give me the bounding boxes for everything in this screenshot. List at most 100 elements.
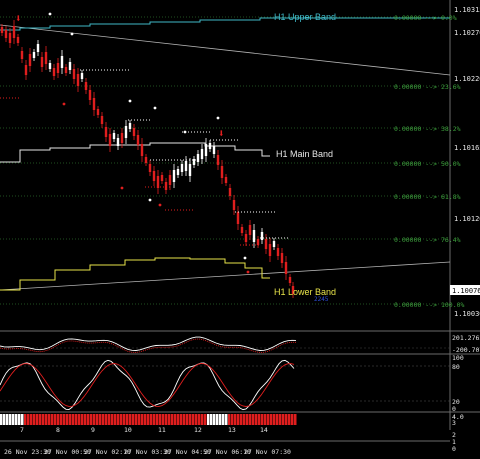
stoch-80-label: 80 — [452, 363, 460, 371]
candle-body[interactable] — [104, 127, 108, 137]
indicator-dot — [243, 256, 247, 260]
candle-body[interactable] — [116, 138, 120, 146]
fib-level-label: 0.00000 --> 100.0% — [394, 301, 465, 309]
candle-body[interactable] — [12, 26, 16, 38]
candle-body[interactable] — [132, 128, 136, 136]
histo-scale-label: 3 — [452, 419, 456, 427]
chart-canvas[interactable]: ⬇ ⬇ H1 Upper Band H1 Main Band H1 Lower … — [0, 0, 480, 459]
candle-body[interactable] — [108, 134, 112, 146]
candle-body[interactable] — [284, 262, 288, 274]
candle-body[interactable] — [124, 126, 128, 138]
candle-body[interactable] — [196, 154, 200, 162]
candle-body[interactable] — [16, 37, 20, 43]
candle-body[interactable] — [264, 239, 268, 249]
candle-body[interactable] — [168, 175, 172, 185]
candle-body[interactable] — [60, 56, 64, 68]
candle-body[interactable] — [92, 98, 96, 110]
histogram-bar — [171, 414, 174, 425]
candle-body[interactable] — [84, 82, 88, 90]
cci-pane[interactable]: 201.2762 -200.7076 — [0, 334, 480, 354]
candle-body[interactable] — [204, 144, 208, 156]
candle-body[interactable] — [208, 143, 212, 149]
candle-body[interactable] — [64, 67, 68, 73]
candle-body[interactable] — [244, 234, 248, 242]
candle-body[interactable] — [184, 161, 188, 171]
candle-body[interactable] — [152, 171, 156, 181]
histogram-bar — [33, 414, 36, 425]
candle-body[interactable] — [112, 133, 116, 139]
candle-body[interactable] — [164, 182, 168, 190]
candle-body[interactable] — [28, 54, 32, 66]
candle-body[interactable] — [220, 166, 224, 178]
histogram-bar — [126, 414, 129, 425]
candle-body[interactable] — [96, 109, 100, 115]
signal-histogram[interactable] — [0, 414, 297, 425]
candle-body[interactable] — [224, 177, 228, 183]
candle-body[interactable] — [128, 123, 132, 129]
candle-body[interactable] — [0, 27, 4, 33]
histogram-bar — [48, 414, 51, 425]
candle-body[interactable] — [172, 170, 176, 182]
histogram-bar — [204, 414, 207, 425]
candle-body[interactable] — [52, 68, 56, 76]
candle-body[interactable] — [120, 133, 124, 143]
candle-body[interactable] — [44, 52, 48, 64]
histogram-bar — [276, 414, 279, 425]
candle-body[interactable] — [276, 248, 280, 256]
candle-body[interactable] — [188, 164, 192, 176]
candle-body[interactable] — [192, 159, 196, 165]
candle-body[interactable] — [24, 65, 28, 75]
main-chart-area[interactable] — [0, 0, 450, 330]
candle-body[interactable] — [288, 277, 292, 283]
candle-body[interactable] — [232, 200, 236, 210]
histogram-bar — [66, 414, 69, 425]
histogram-bar — [195, 414, 198, 425]
candle-body[interactable] — [56, 63, 60, 73]
histogram-bar — [36, 414, 39, 425]
histogram-bar — [168, 414, 171, 425]
candle-body[interactable] — [100, 116, 104, 124]
candle-body[interactable] — [280, 253, 284, 263]
candle-body[interactable] — [228, 188, 232, 196]
candle-body[interactable] — [252, 230, 256, 242]
histogram-bar — [165, 414, 168, 425]
candle-body[interactable] — [156, 176, 160, 188]
candle-body[interactable] — [140, 144, 144, 156]
candle-body[interactable] — [272, 241, 276, 247]
candle-body[interactable] — [8, 33, 12, 43]
candle-body[interactable] — [68, 62, 72, 70]
candle-body[interactable] — [88, 90, 92, 100]
candle-body[interactable] — [256, 239, 260, 245]
histogram-bar — [129, 414, 132, 425]
candle-body[interactable] — [148, 164, 152, 172]
candle-body[interactable] — [76, 74, 80, 86]
candle-body[interactable] — [260, 232, 264, 240]
candle-body[interactable] — [36, 44, 40, 52]
stochastic-pane[interactable]: 100 80 20 0 — [0, 354, 464, 413]
candle-body[interactable] — [160, 175, 164, 181]
candle-body[interactable] — [176, 169, 180, 175]
candle-body[interactable] — [144, 157, 148, 163]
indicator-dot — [120, 186, 124, 190]
candle-body[interactable] — [32, 52, 36, 58]
histogram-bar — [114, 414, 117, 425]
candle-body[interactable] — [240, 227, 244, 233]
day-label: 12 — [194, 426, 202, 434]
candle-body[interactable] — [236, 212, 240, 224]
candle-body[interactable] — [72, 69, 76, 79]
candle-body[interactable] — [80, 73, 84, 79]
candle-body[interactable] — [48, 63, 52, 69]
candle-body[interactable] — [180, 164, 184, 172]
candle-body[interactable] — [248, 225, 252, 235]
candle-body[interactable] — [212, 146, 216, 154]
candle-body[interactable] — [4, 30, 8, 38]
candle-body[interactable] — [268, 244, 272, 256]
fib-level-label: 0.00000 --> 76.4% — [394, 236, 461, 244]
day-label: 7 — [20, 426, 24, 434]
histogram-bar — [120, 414, 123, 425]
candle-body[interactable] — [216, 155, 220, 165]
candle-body[interactable] — [136, 135, 140, 145]
candle-body[interactable] — [200, 149, 204, 159]
candle-body[interactable] — [40, 57, 44, 67]
candle-body[interactable] — [20, 51, 24, 59]
